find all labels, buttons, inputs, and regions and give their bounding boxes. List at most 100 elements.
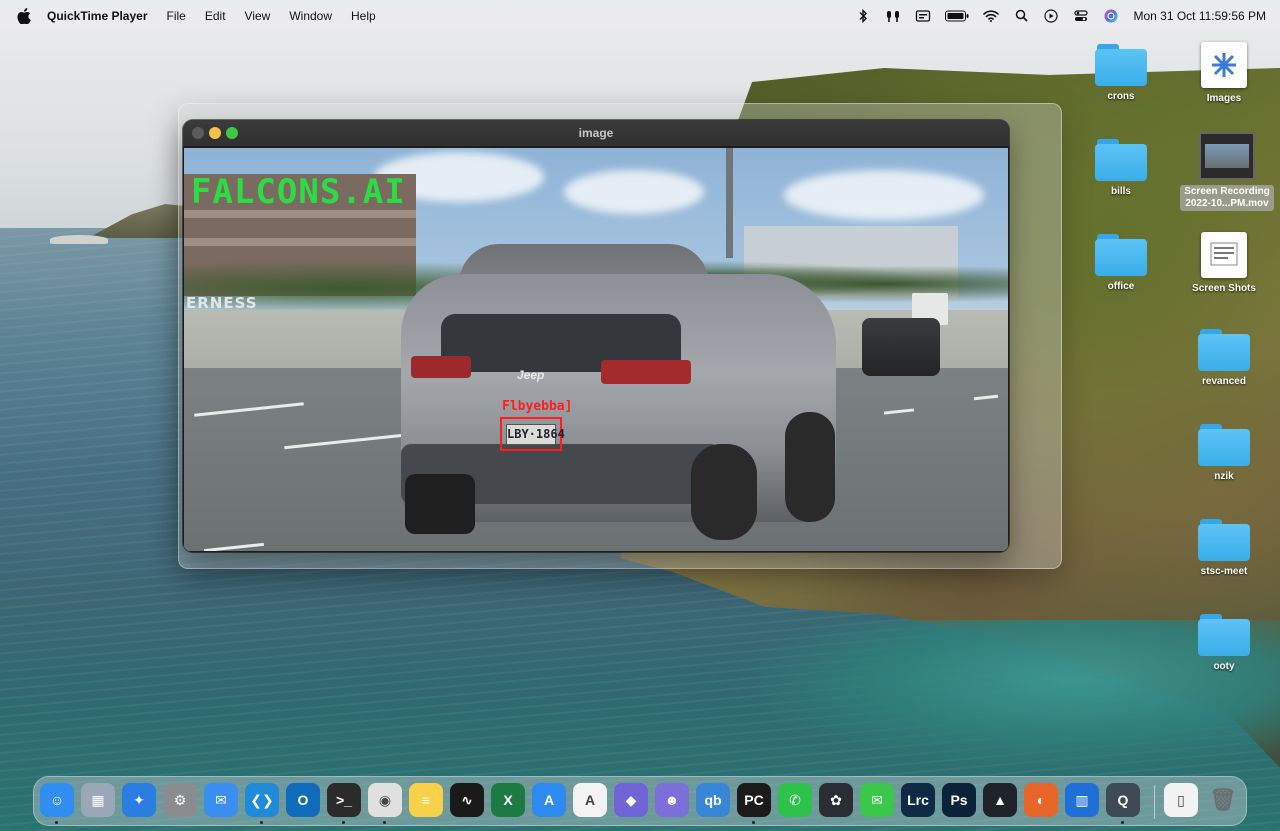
window-title: image [578,126,614,140]
video-frame[interactable]: ERNESS Jeep Flbyebba] LBY·1864 FALCONS.A… [184,148,1008,551]
car-logo: Jeep [517,368,545,382]
desktop-icon-label: office [1107,281,1135,292]
desktop-folder-ooty[interactable]: ooty [1179,614,1269,673]
lane-marking [204,542,264,551]
siri-icon[interactable] [1103,9,1119,23]
wallpaper-islet [50,235,108,244]
menu-edit[interactable]: Edit [205,9,226,23]
quicktime-icon[interactable]: Q [1106,783,1140,817]
desktop-folder-bills[interactable]: bills [1076,139,1166,198]
desktop-file-images[interactable]: Images [1179,42,1269,105]
system-preferences-icon[interactable]: ⚙ [163,783,197,817]
excel-icon[interactable]: X [491,783,525,817]
car-taillight [411,356,471,378]
desktop-folder-revanced[interactable]: revanced [1179,329,1269,388]
dock-separator [1154,785,1155,819]
prism-icon[interactable]: ▲ [983,783,1017,817]
wifi-icon[interactable] [983,9,1000,23]
window-titlebar[interactable]: image [183,120,1009,146]
cloud [564,170,704,214]
folder-icon [1198,519,1250,561]
firefox-icon[interactable]: ◐ [1024,783,1058,817]
notes-icon[interactable]: ≡ [409,783,443,817]
davinci-icon[interactable]: ✿ [819,783,853,817]
menu-view[interactable]: View [245,9,271,23]
control-center-icon[interactable] [1073,9,1089,23]
menu-file[interactable]: File [167,9,186,23]
dock: ☺ ▦ ✦ ⚙ ✉ ❮❯ O >_ ◉ ≡ ∿ X A A ◆ ☻ qb PC ✆ ✿ ✉ Lrc Ps ▲ ◐ ▥ Q ▯ 🗑 [33,776,1247,826]
affinity-icon[interactable]: A [573,783,607,817]
play-icon[interactable] [1043,8,1059,23]
car-wheel [405,474,475,534]
whatsapp-icon[interactable]: ✆ [778,783,812,817]
outlook-icon[interactable]: O [286,783,320,817]
desktop-icon-label: Images [1206,93,1242,104]
folder-icon [1198,329,1250,371]
lane-marking [284,433,404,450]
airpods-icon[interactable] [885,9,901,23]
launchpad-icon[interactable]: ▦ [81,783,115,817]
folder-icon [1095,234,1147,276]
running-indicator [752,821,755,824]
document-icon[interactable]: ▯ [1164,783,1198,817]
app-store-icon[interactable]: A [532,783,566,817]
clock[interactable]: Mon 31 Oct 11:59:56 PM [1133,9,1266,23]
pycharm-icon[interactable]: PC [737,783,771,817]
detection-box: LBY·1864 [500,417,565,451]
lightroom-icon[interactable]: Lrc [901,783,935,817]
brand-watermark: FALCONS.AI [191,172,406,212]
folder-icon [1198,424,1250,466]
sign-text: ERNESS [186,294,258,312]
image-file-icon [1201,42,1247,88]
trello-icon[interactable]: ▥ [1065,783,1099,817]
cloud [784,170,984,220]
detection-label: Flbyebba] [502,399,573,414]
desktop-folder-crons[interactable]: crons [1076,44,1166,103]
mail-icon[interactable]: ✉ [204,783,238,817]
activity-monitor-icon[interactable]: ∿ [450,783,484,817]
license-plate: LBY·1864 [506,424,565,445]
spotlight-icon[interactable] [1013,9,1029,23]
video-car-distant [862,318,940,376]
trash-icon[interactable]: 🗑 [1206,783,1240,817]
desktop-file-screen-shots[interactable]: Screen Shots [1179,232,1269,295]
folder-icon [1198,614,1250,656]
menu-window[interactable]: Window [289,9,332,23]
video-file-icon [1199,132,1255,180]
lane-marking [194,402,304,417]
desktop-icon-label: crons [1107,91,1135,102]
document-stack-icon [1201,232,1247,278]
lane-marking [973,394,999,401]
robot-icon[interactable]: ☻ [655,783,689,817]
menu-bar: QuickTime Player File Edit View Window H… [0,0,1280,31]
display-icon[interactable] [915,9,931,23]
apple-menu-icon[interactable] [17,8,31,24]
desktop-icon-label: bills [1110,186,1131,197]
desktop-file-screen-recording[interactable]: Screen Recording 2022-10...PM.mov [1179,132,1275,211]
menu-app-name[interactable]: QuickTime Player [47,9,148,23]
folder-icon [1095,44,1147,86]
video-pole [726,148,733,258]
lane-marking [883,408,915,415]
desktop-folder-nzik[interactable]: nzik [1179,424,1269,483]
photoshop-icon[interactable]: Ps [942,783,976,817]
safari-icon[interactable]: ✦ [122,783,156,817]
vscode-icon[interactable]: ❮❯ [245,783,279,817]
bluetooth-icon[interactable] [855,8,871,23]
terminal-icon[interactable]: >_ [327,783,361,817]
menu-help[interactable]: Help [351,9,376,23]
battery-icon[interactable] [945,9,969,23]
desktop-folder-office[interactable]: office [1076,234,1166,293]
messages-icon[interactable]: ✉ [860,783,894,817]
desktop-folder-stsc-meet[interactable]: stsc-meet [1179,519,1269,578]
image-window[interactable]: image ERNESS Jeep Flbyebba] LBY·1864 FAL… [183,120,1009,552]
cube-icon[interactable]: ◆ [614,783,648,817]
desktop-icon-label: revanced [1202,376,1246,387]
finder-icon[interactable]: ☺ [40,783,74,817]
desktop-icon-label: stsc-meet [1200,566,1248,577]
chrome-icon[interactable]: ◉ [368,783,402,817]
running-indicator [1121,821,1124,824]
qbittorrent-icon[interactable]: qb [696,783,730,817]
folder-icon [1095,139,1147,181]
car-taillight [601,360,691,384]
